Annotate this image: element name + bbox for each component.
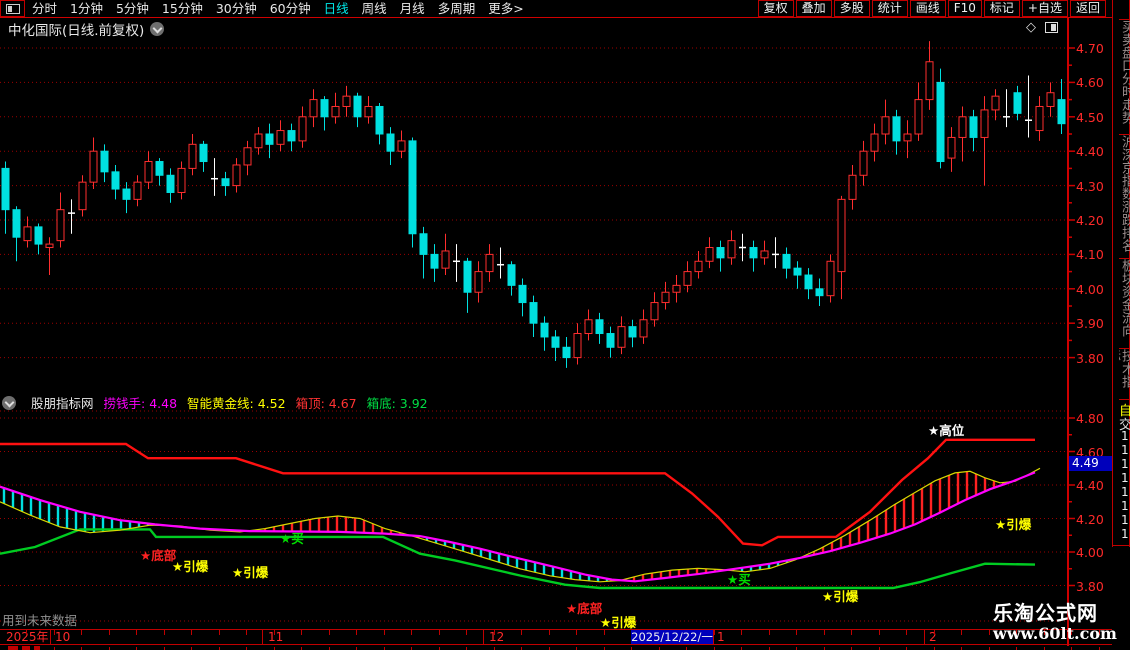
strip-row-digits: 11111111 xyxy=(1121,429,1129,541)
signal-marker: ★买 xyxy=(280,531,304,546)
signal-marker: ★引爆 xyxy=(995,517,1032,532)
watermark-url: www.60lt.com xyxy=(993,624,1117,643)
signal-marker: ★引爆 xyxy=(232,565,269,580)
signal-marker: ★引爆 xyxy=(600,615,637,630)
signal-marker: ★高位 xyxy=(928,423,965,438)
strip-bottom-divider xyxy=(1113,545,1130,546)
signal-marker: ★引爆 xyxy=(822,589,859,604)
watermark-title: 乐淘公式网 xyxy=(993,601,1098,625)
signal-marker: ★买 xyxy=(727,572,751,587)
current-price-tag: 4.49 xyxy=(1069,456,1113,471)
future-data-note: 用到未来数据 xyxy=(2,613,78,628)
chart-canvas[interactable]: ★底部★引爆 ★引爆★买★底部★引爆★买★引爆★高位★引爆 xyxy=(0,0,1130,650)
selected-date-box: 2025/12/22/一 xyxy=(631,630,713,644)
strip-clipped-text[interactable]: 技术指标 xyxy=(1119,348,1130,399)
signal-marker: ★引爆 xyxy=(172,559,209,574)
right-edge-clipped-panel[interactable]: 自 交 11111111 买卖盘口分时走势沪深京指数涨跌排名板块资金流向技术指标 xyxy=(1112,0,1130,547)
trading-app-window: ★底部 ★引爆 ★引爆 ★买 ★底部 ★引爆 ★买 ★引爆 ★高位 ★引爆 分时 1分钟 5分钟 15分… xyxy=(0,0,1130,650)
strip-clipped-text[interactable]: 买卖盘口分时走势 xyxy=(1119,19,1130,134)
watermark: 乐淘公式网 www.60lt.com xyxy=(993,601,1117,643)
signal-marker: ★底部 xyxy=(566,601,603,616)
strip-clipped-text[interactable]: 板块资金流向 xyxy=(1119,258,1130,348)
strip-clipped-text[interactable]: 沪深京指数涨跌排名 xyxy=(1119,134,1130,258)
